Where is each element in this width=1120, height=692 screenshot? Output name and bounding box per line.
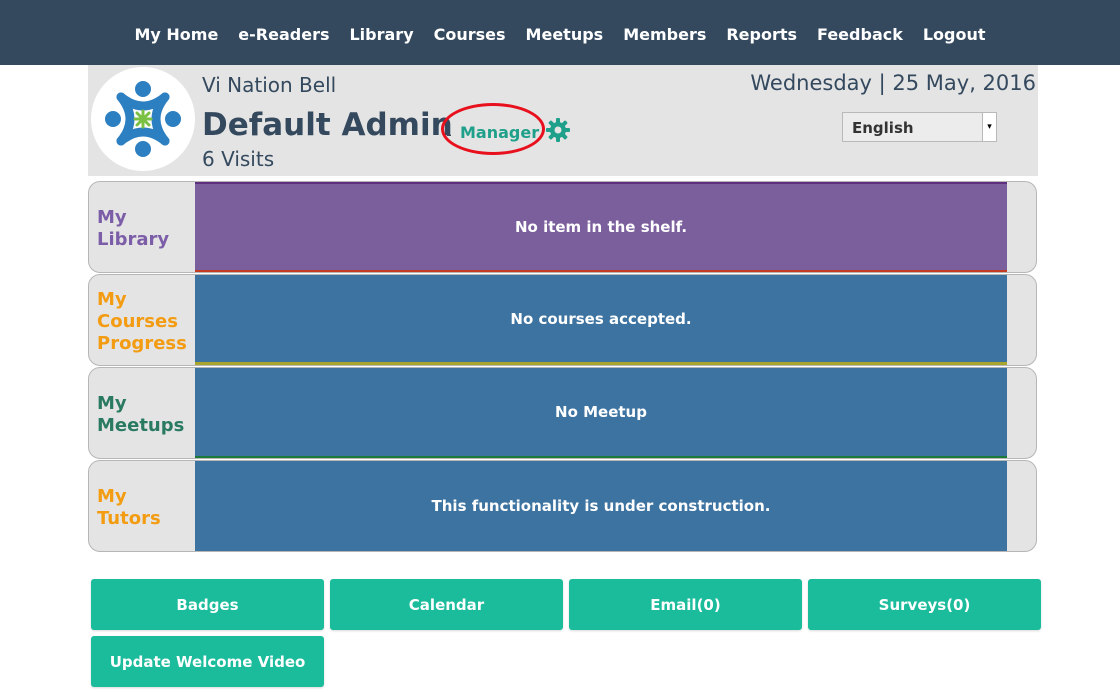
- highlight-circle: [441, 103, 545, 155]
- tutors-label: My Tutors: [97, 486, 161, 529]
- language-value: English: [852, 119, 914, 137]
- user-name: Default Admin: [202, 107, 453, 143]
- badges-button[interactable]: Badges: [91, 579, 324, 630]
- language-select[interactable]: English ▾: [842, 112, 997, 142]
- nav-my-home[interactable]: My Home: [124, 25, 228, 44]
- visit-count: 6 Visits: [202, 147, 275, 171]
- meetups-panel: My Meetups No Meetup: [88, 367, 1037, 459]
- nav-feedback[interactable]: Feedback: [807, 25, 913, 44]
- nav-logout[interactable]: Logout: [913, 25, 996, 44]
- nav-meetups[interactable]: Meetups: [516, 25, 614, 44]
- tutors-panel: My Tutors This functionality is under co…: [88, 460, 1037, 552]
- courses-progress-label: My Courses Progress: [97, 289, 187, 354]
- nav-e-readers[interactable]: e-Readers: [228, 25, 339, 44]
- courses-progress-panel: My Courses Progress No courses accepted.: [88, 274, 1037, 366]
- top-navigation-bar: My Home e-Readers Library Courses Meetup…: [0, 0, 1120, 65]
- gear-icon[interactable]: [545, 117, 571, 143]
- courses-progress-content: No courses accepted.: [195, 275, 1007, 365]
- current-date: Wednesday | 25 May, 2016: [750, 71, 1036, 95]
- update-welcome-video-button[interactable]: Update Welcome Video: [91, 636, 324, 687]
- profile-header: Vi Nation Bell Default Admin - Manager 6…: [88, 65, 1038, 176]
- calendar-button[interactable]: Calendar: [330, 579, 563, 630]
- library-panel: My Library No item in the shelf.: [88, 181, 1037, 273]
- organization-logo: [91, 67, 195, 171]
- dropdown-arrow-icon: ▾: [982, 113, 996, 141]
- library-content: No item in the shelf.: [195, 182, 1007, 272]
- nav-members[interactable]: Members: [613, 25, 716, 44]
- school-name: Vi Nation Bell: [202, 73, 337, 97]
- nav-courses[interactable]: Courses: [424, 25, 516, 44]
- nav-library[interactable]: Library: [339, 25, 423, 44]
- library-label: My Library: [97, 207, 170, 250]
- meetups-label: My Meetups: [97, 393, 185, 436]
- nav-reports[interactable]: Reports: [716, 25, 807, 44]
- email-button[interactable]: Email(0): [569, 579, 802, 630]
- surveys-button[interactable]: Surveys(0): [808, 579, 1041, 630]
- tutors-content: This functionality is under construction…: [195, 461, 1007, 551]
- meetups-content: No Meetup: [195, 368, 1007, 458]
